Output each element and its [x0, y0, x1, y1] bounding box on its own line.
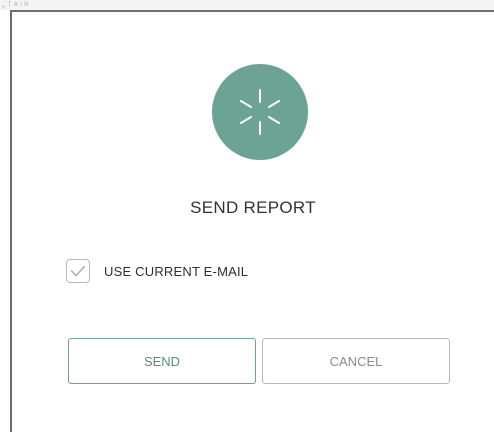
status-circle: [212, 64, 308, 160]
spinner-icon: [240, 89, 280, 135]
use-current-email-checkbox[interactable]: [66, 259, 90, 283]
dialog-title: SEND REPORT: [190, 198, 316, 217]
send-button[interactable]: SEND: [68, 338, 256, 384]
cancel-button[interactable]: CANCEL: [262, 338, 450, 384]
use-current-email-label: USE CURRENT E-MAIL: [104, 263, 249, 279]
send-report-dialog: SEND REPORT USE CURRENT E-MAIL SEND CANC…: [12, 10, 494, 432]
use-current-email-option[interactable]: USE CURRENT E-MAIL: [66, 257, 248, 285]
checkmark-icon: [70, 265, 86, 277]
page: ᵥ ᵀ ᴬ ᴵ ᴺ SEND REPORT USE CURRENT E-MAIL…: [0, 0, 494, 432]
